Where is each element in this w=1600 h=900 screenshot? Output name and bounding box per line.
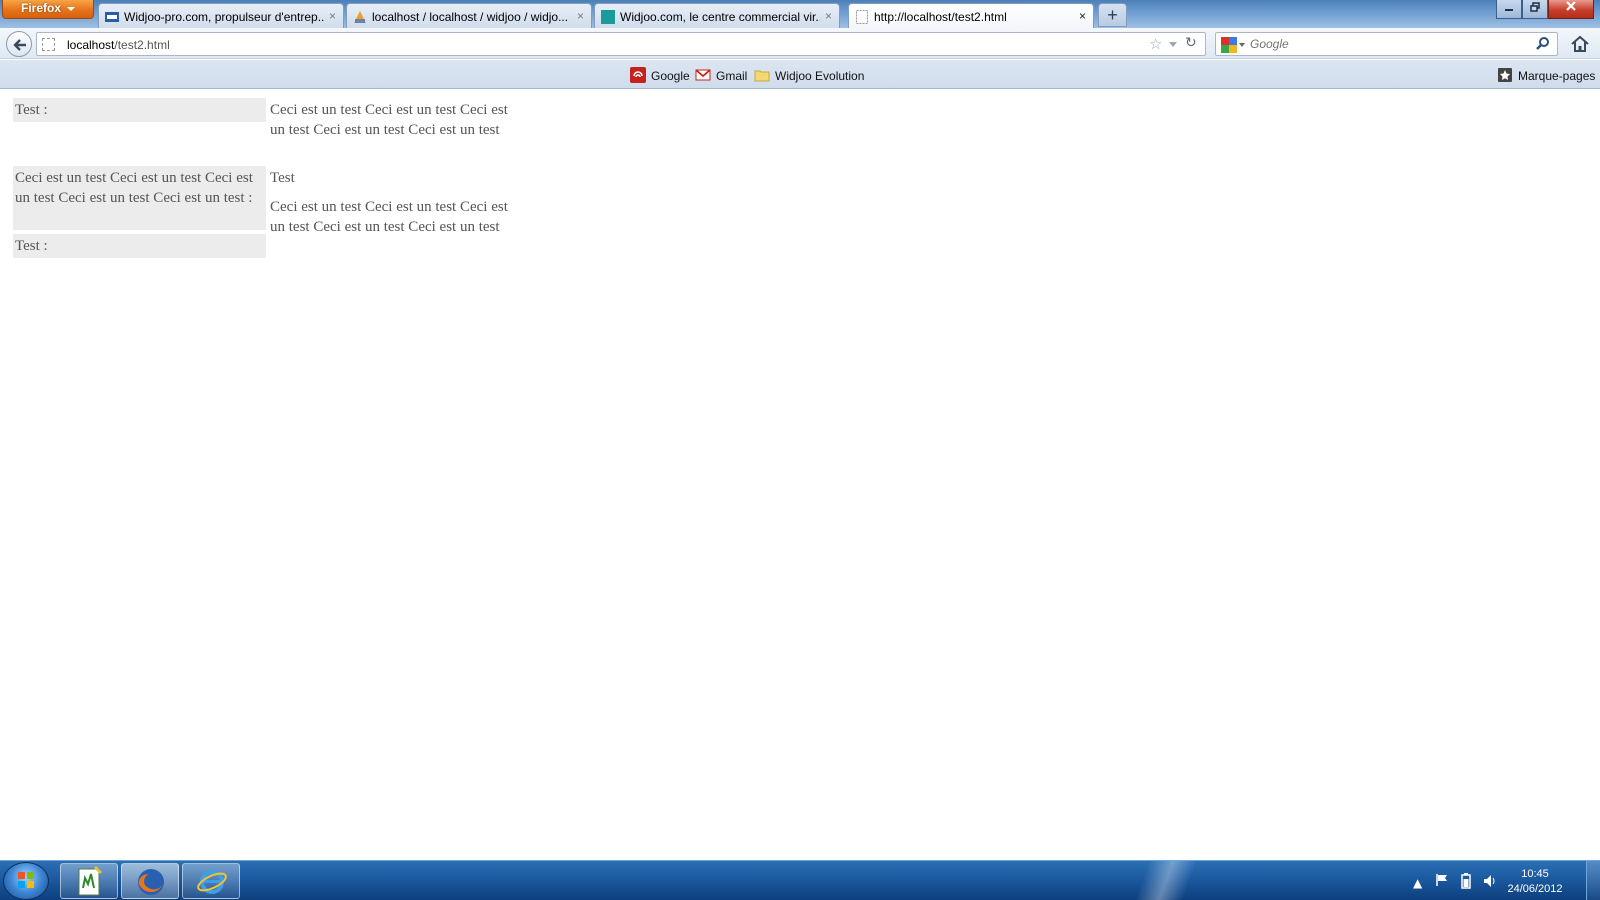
minimize-button[interactable] (1496, 0, 1522, 19)
bookmark-widjoo-evolution[interactable]: Widjoo Evolution (754, 67, 864, 83)
firefox-menu-label: Firefox (20, 1, 61, 15)
phpmyadmin-icon (354, 11, 366, 23)
tab-title: Widjoo-pro.com, propulseur d'entrep... (124, 10, 324, 24)
row-1-value: Ceci est un test Ceci est un test Ceci e… (270, 102, 508, 138)
close-icon[interactable]: × (825, 9, 832, 23)
home-button[interactable] (1566, 32, 1594, 56)
show-desktop-button[interactable] (1586, 861, 1600, 900)
chevron-down-icon[interactable] (1239, 43, 1245, 47)
tab-title: Widjoo.com, le centre commercial vir... (620, 10, 820, 24)
firefox-menu-button[interactable]: Firefox (2, 0, 94, 19)
url-bar[interactable]: localhost/test2.html ☆ ↻ (36, 32, 1206, 56)
close-icon[interactable]: × (1079, 9, 1086, 23)
window-close-button[interactable] (1548, 0, 1594, 19)
new-tab-button[interactable]: + (1098, 3, 1127, 27)
bookmarks-star-icon (1498, 68, 1512, 82)
google-bookmark-icon (630, 67, 646, 83)
history-dropdown-icon[interactable] (1169, 42, 1177, 47)
restore-icon (1530, 2, 1540, 12)
tab-phpmyadmin[interactable]: localhost / localhost / widjoo / widjo..… (346, 3, 592, 29)
bookmarks-menu-label: Marque-pages (1518, 69, 1596, 83)
teal-square-icon (601, 10, 615, 24)
bookmark-star-icon[interactable]: ☆ (1149, 35, 1162, 53)
volume-icon[interactable] (1482, 873, 1498, 889)
tab-title: http://localhost/test2.html (874, 10, 1007, 24)
editor-app-icon (78, 865, 103, 896)
row-2-value: Test (270, 170, 295, 186)
close-icon[interactable]: × (329, 9, 336, 23)
title-bar: Firefox Widjoo-pro.com, propulseur d'ent… (0, 0, 1600, 29)
tab-widjoo-pro[interactable]: Widjoo-pro.com, propulseur d'entrep... × (98, 3, 344, 29)
bookmark-label: Google (651, 69, 690, 83)
windows-logo-icon (18, 872, 34, 888)
taskbar-app-internet-explorer[interactable] (182, 863, 240, 899)
back-arrow-icon (13, 39, 26, 51)
taskbar-glare (1040, 861, 1300, 900)
tab-widjoo-com[interactable]: Widjoo.com, le centre commercial vir... … (594, 3, 840, 29)
back-button[interactable] (6, 31, 32, 57)
taskbar: ▲ 10:45 24/06/2012 (0, 860, 1600, 900)
firefox-app-icon (138, 869, 164, 895)
screen: { "browser": { "menu_button": "Firefox",… (0, 0, 1600, 900)
bookmarks-toolbar: Google Gmail Widjoo Evolution Marque-pag… (0, 60, 1600, 89)
close-icon (1566, 1, 1576, 11)
taskbar-app-editor[interactable] (60, 863, 118, 899)
minimize-icon (1505, 9, 1513, 11)
row-2-label: Ceci est un test Ceci est un test Ceci e… (13, 166, 266, 230)
start-button[interactable] (3, 862, 49, 900)
tab-test2[interactable]: http://localhost/test2.html × (848, 3, 1094, 29)
blank-page-icon (856, 10, 868, 24)
close-icon[interactable]: × (577, 9, 584, 23)
restore-button[interactable] (1522, 0, 1548, 19)
url-text[interactable]: localhost/test2.html (67, 38, 170, 52)
url-path: /test2.html (114, 38, 170, 52)
chevron-down-icon (67, 6, 75, 11)
bookmarks-menu[interactable]: Marque-pages (1497, 67, 1595, 83)
reload-icon[interactable]: ↻ (1185, 35, 1197, 51)
tab-title: localhost / localhost / widjoo / widjo..… (372, 10, 569, 24)
bookmark-label: Gmail (716, 69, 748, 83)
row-3-value: Ceci est un test Ceci est un test Ceci e… (270, 199, 508, 235)
taskbar-app-firefox[interactable] (121, 863, 179, 899)
clock-time: 10:45 (1521, 868, 1549, 880)
action-center-flag-icon[interactable] (1435, 873, 1449, 887)
google-engine-icon[interactable] (1221, 37, 1237, 53)
row-1-label: Test : (13, 98, 266, 122)
page-content: Test : Ceci est un test Ceci est un test… (0, 90, 1600, 860)
system-clock[interactable]: 10:45 24/06/2012 (1500, 867, 1570, 897)
pro-icon (105, 12, 119, 22)
navigation-toolbar: localhost/test2.html ☆ ↻ (0, 28, 1600, 59)
internet-explorer-icon (197, 870, 227, 894)
bookmark-gmail[interactable]: Gmail (695, 67, 747, 83)
folder-icon (754, 70, 770, 82)
battery-icon[interactable] (1460, 873, 1472, 889)
search-input[interactable] (1250, 36, 1530, 52)
url-host: localhost (67, 38, 115, 52)
show-hidden-icons-icon[interactable]: ▲ (1413, 876, 1422, 890)
bookmark-label: Widjoo Evolution (775, 69, 865, 83)
gmail-icon (695, 69, 711, 81)
search-icon[interactable] (1535, 36, 1551, 52)
search-bar[interactable] (1215, 32, 1558, 56)
home-icon (1571, 35, 1589, 52)
bookmark-google[interactable]: Google (630, 67, 690, 83)
clock-date: 24/06/2012 (1507, 883, 1563, 895)
row-3-label: Test : (13, 234, 266, 258)
site-identity-icon[interactable] (42, 38, 55, 51)
